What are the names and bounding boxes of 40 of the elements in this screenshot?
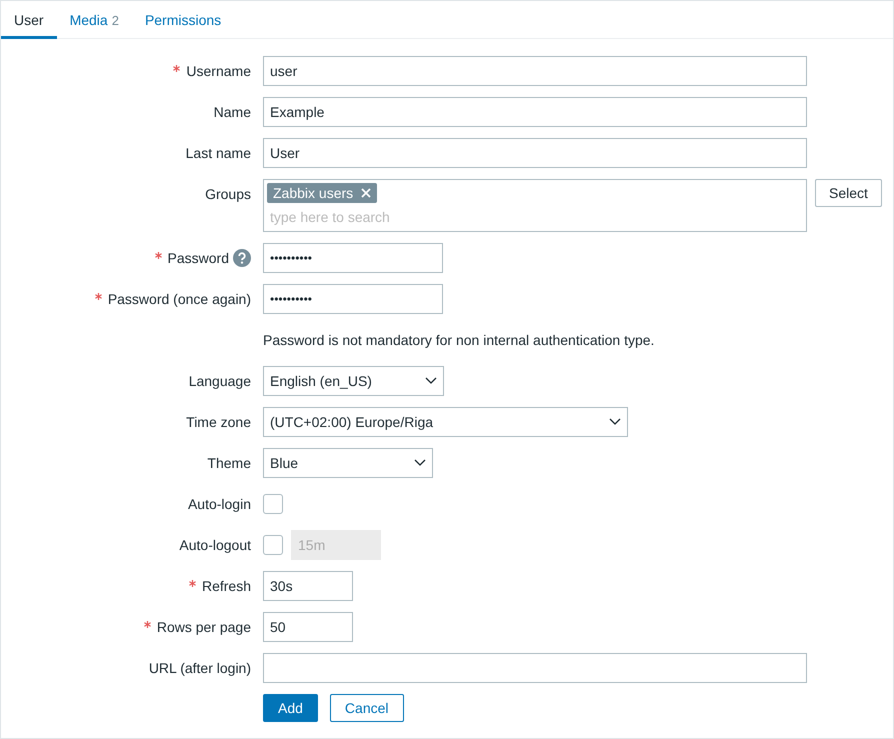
add-button[interactable]: Add (263, 694, 318, 722)
dropdown[interactable]: English (en_US) (263, 366, 444, 396)
text-field[interactable]: user (263, 56, 807, 86)
text-field[interactable]: 50 (263, 612, 353, 642)
chevron-down-icon (425, 377, 437, 385)
close-icon[interactable] (361, 188, 372, 198)
tab[interactable]: Media 2 (56, 1, 132, 39)
text-field[interactable] (263, 653, 807, 683)
field-label: Groups (205, 186, 251, 202)
select-button[interactable]: Select (815, 179, 882, 207)
text-field[interactable]: Example (263, 97, 807, 127)
chevron-down-icon (414, 459, 426, 467)
field-label: Rows per page (156, 619, 251, 635)
field-label: Language (188, 373, 251, 389)
checkbox[interactable] (263, 494, 283, 514)
field-label: Auto-login (188, 496, 251, 512)
text-field[interactable]: User (263, 138, 807, 168)
chevron-down-icon (609, 418, 621, 426)
cancel-button[interactable]: Cancel (330, 694, 404, 722)
text-field[interactable]: 30s (263, 571, 353, 601)
field-label: Name (214, 104, 251, 120)
dropdown[interactable]: (UTC+02:00) Europe/Riga (263, 407, 628, 437)
field-label: Password (168, 250, 229, 266)
field-label: Auto-logout (179, 537, 251, 553)
tab[interactable]: User (1, 1, 57, 39)
field-label: Password (once again) (108, 291, 251, 307)
field-label: Last name (186, 145, 251, 161)
field-label: Username (186, 63, 251, 79)
hint-text: Password is not mandatory for non internal authentication type. (263, 331, 656, 350)
field-label: Time zone (186, 414, 251, 430)
password-field[interactable]: •••••••••• (263, 243, 443, 273)
field-label: Refresh (202, 578, 251, 594)
help-icon[interactable] (233, 249, 251, 267)
tab[interactable]: Permissions (132, 1, 234, 39)
field-label: Theme (207, 455, 251, 471)
tab-count: 2 (112, 12, 119, 28)
dropdown[interactable]: Blue (263, 448, 433, 478)
group-tag: Zabbix users (267, 183, 378, 203)
password-field[interactable]: •••••••••• (263, 284, 443, 314)
field-label: URL (after login) (148, 660, 251, 676)
